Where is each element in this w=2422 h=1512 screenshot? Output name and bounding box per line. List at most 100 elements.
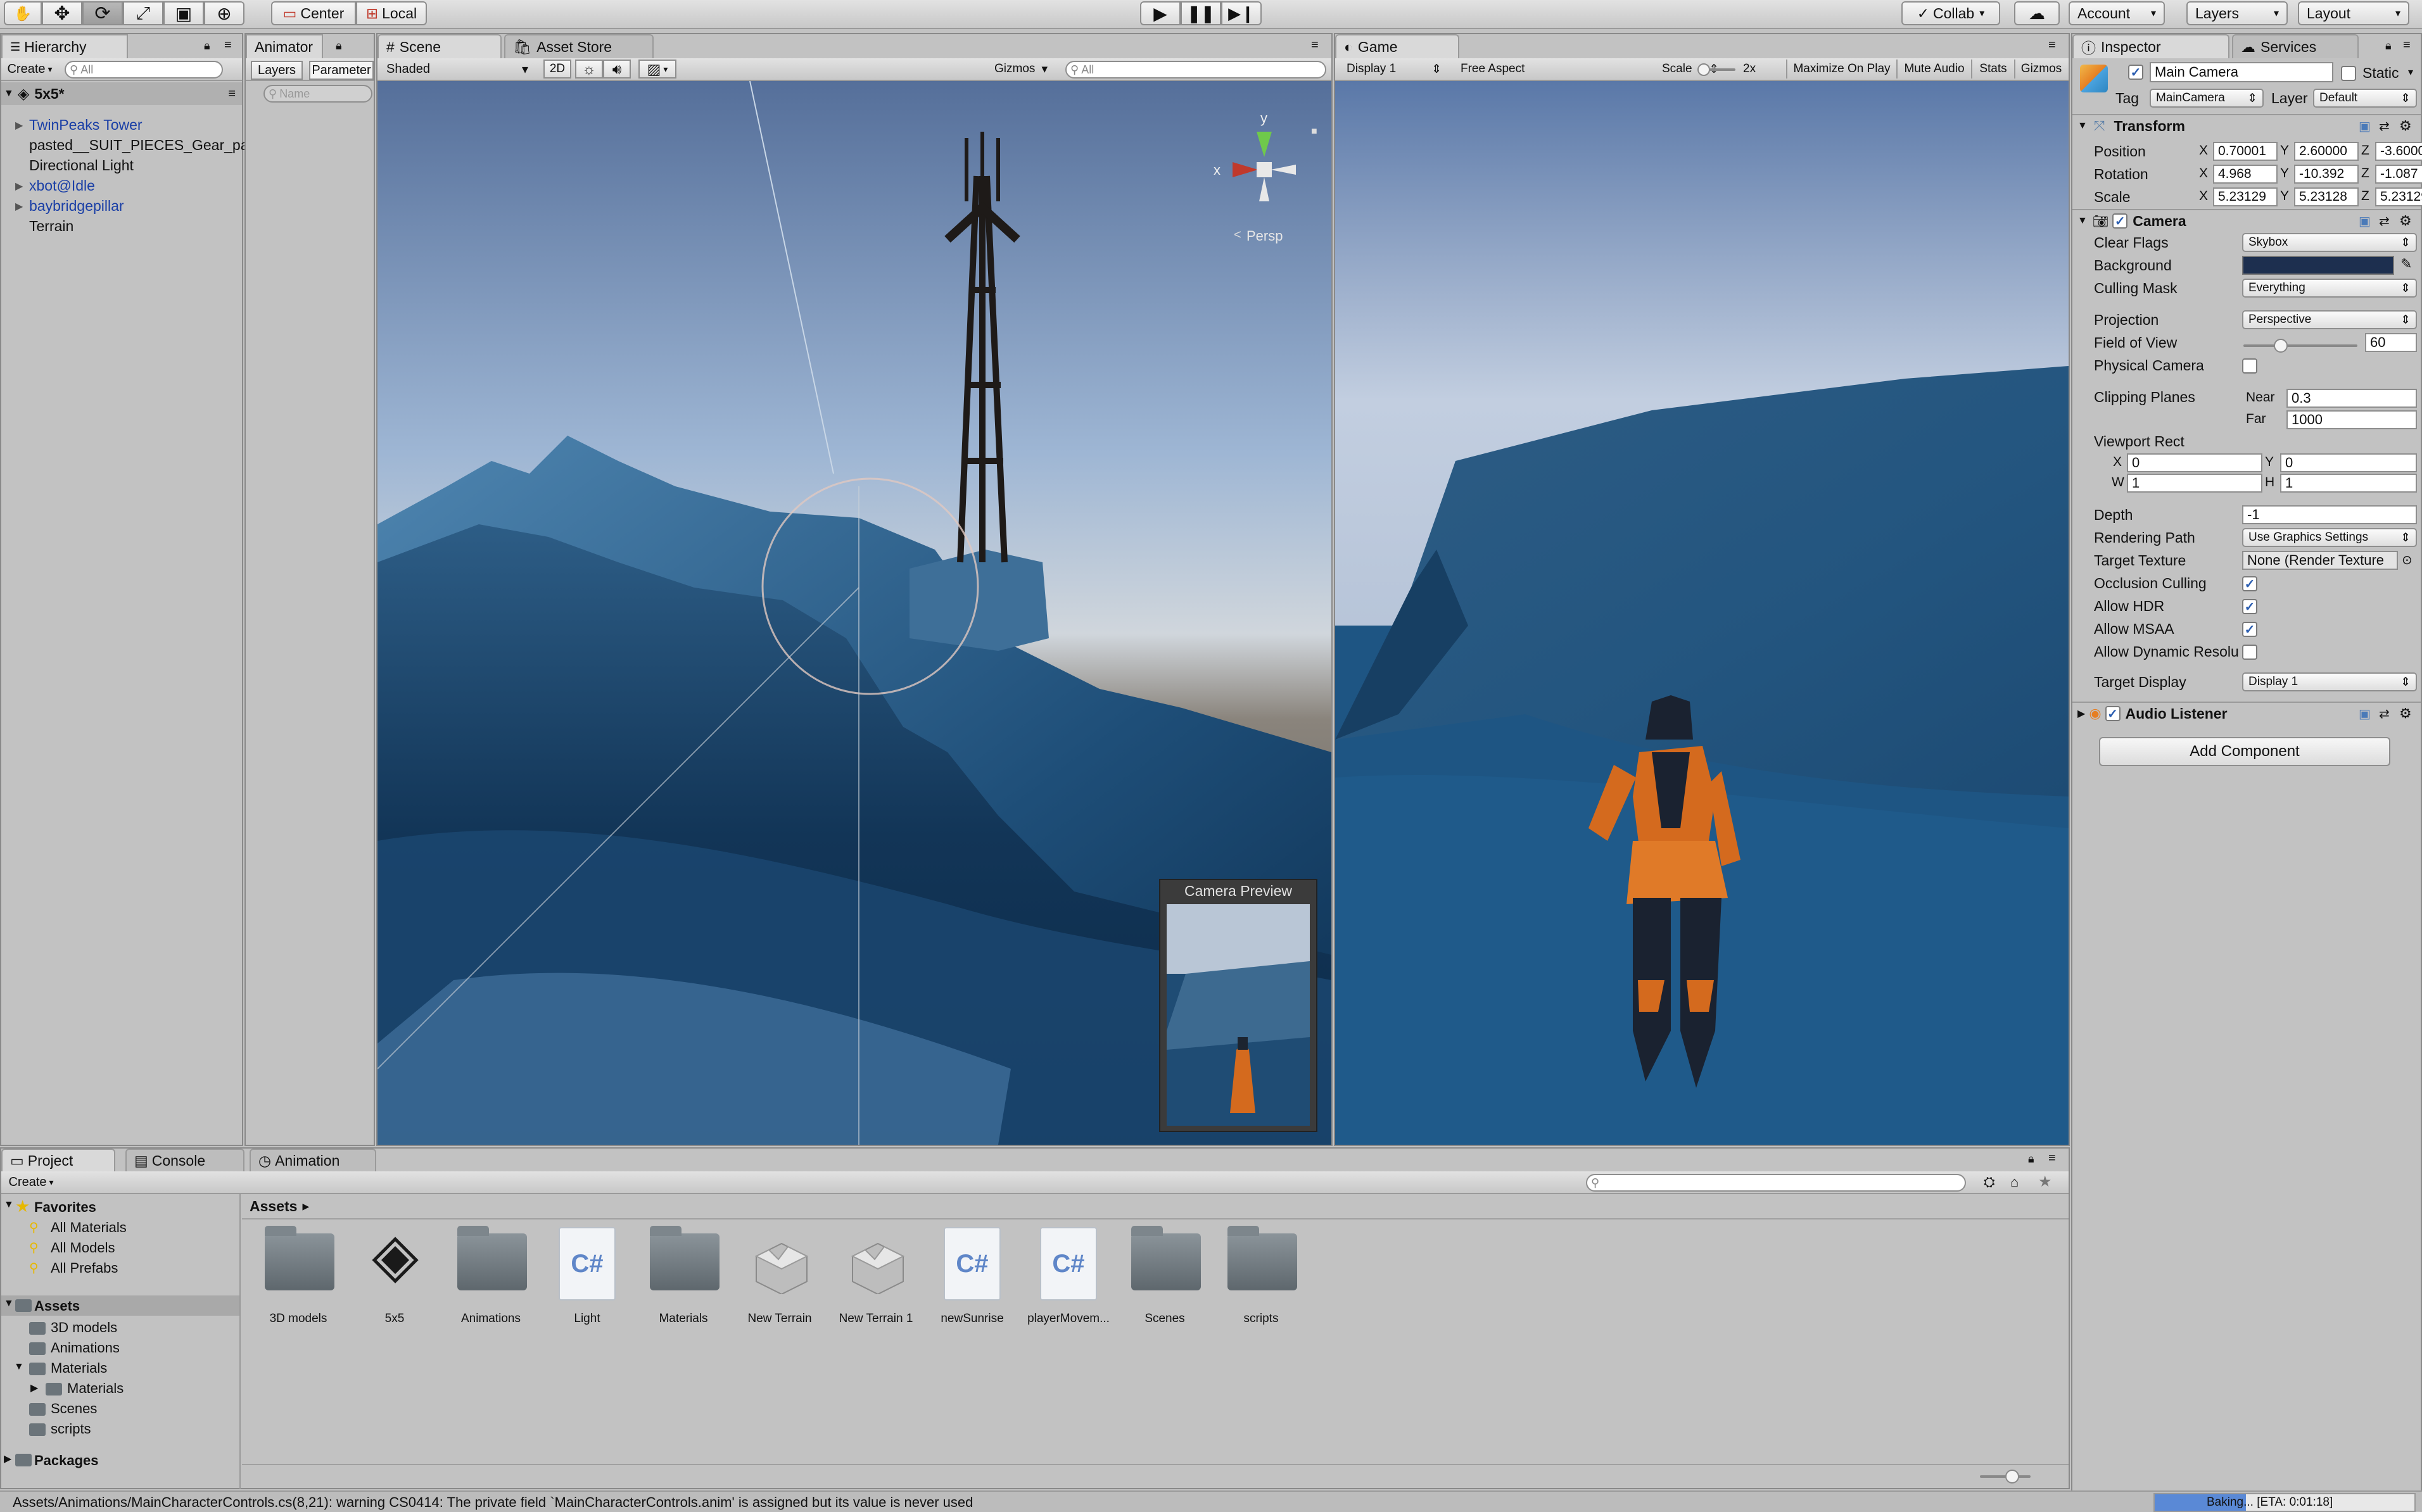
expand-arrow-icon[interactable]: ▼ xyxy=(14,1361,24,1373)
mute-audio-button[interactable]: Mute Audio xyxy=(1896,60,1971,79)
asset-unity[interactable]: ◈ 5x5 xyxy=(347,1221,442,1350)
hand-tool-button[interactable]: ✋ xyxy=(4,1,42,25)
fov-input[interactable]: 60 xyxy=(2365,333,2417,352)
target-display-dropdown[interactable]: Display 1 ⇕ xyxy=(2242,672,2417,691)
far-input[interactable]: 1000 xyxy=(2286,410,2417,429)
panel-menu-icon[interactable]: ≡ xyxy=(1311,38,1319,53)
game-scale-slider[interactable] xyxy=(1697,63,1735,76)
status-message[interactable]: Assets/Animations/MainCharacterControls.… xyxy=(13,1494,973,1511)
hierarchy-item[interactable]: baybridgepillar xyxy=(29,198,124,215)
tab-scene[interactable]: # Scene xyxy=(377,34,502,58)
hierarchy-item[interactable]: Terrain xyxy=(29,218,73,235)
slider-thumb[interactable] xyxy=(2005,1470,2019,1484)
scene-root-row[interactable]: ▼ ◈ 5x5* ≡ xyxy=(1,82,242,105)
tab-animator[interactable]: Animator xyxy=(246,34,323,58)
expand-arrow-icon[interactable]: ▶ xyxy=(4,1452,11,1465)
background-color-swatch[interactable] xyxy=(2242,256,2394,275)
physical-camera-checkbox[interactable] xyxy=(2242,358,2257,374)
hierarchy-item[interactable]: xbot@Idle xyxy=(29,177,95,194)
assets-root-row[interactable]: ▼ Assets xyxy=(1,1295,239,1316)
breadcrumb-assets[interactable]: Assets xyxy=(250,1198,297,1215)
hierarchy-search-input[interactable]: ⚲ All xyxy=(65,61,223,79)
slider-thumb[interactable] xyxy=(1697,63,1710,76)
icon-size-slider[interactable] xyxy=(1980,1470,2031,1484)
filter-type-icon[interactable]: ⛭ xyxy=(1984,1174,1995,1190)
favorite-star-icon[interactable]: ★ xyxy=(2038,1173,2052,1191)
scene-gizmos-dropdown[interactable]: Gizmos ▾ xyxy=(989,60,1053,79)
tab-project[interactable]: ▭ Project xyxy=(1,1149,115,1171)
occlusion-culling-checkbox[interactable]: ✓ xyxy=(2242,576,2257,591)
fov-slider[interactable] xyxy=(2243,339,2357,353)
asset-terrain[interactable]: New Terrain 1 xyxy=(828,1223,923,1350)
near-input[interactable]: 0.3 xyxy=(2286,389,2417,408)
game-viewport[interactable] xyxy=(1335,81,2069,1145)
help-icon[interactable]: ▣ xyxy=(2359,706,2371,722)
slider-thumb[interactable] xyxy=(2274,339,2288,353)
layers-dropdown[interactable]: Layers ▾ xyxy=(2186,1,2288,25)
viewport-w-input[interactable]: 1 xyxy=(2127,474,2262,493)
pause-button[interactable]: ❚❚ xyxy=(1181,1,1221,25)
scale-z-input[interactable]: 5.23129 xyxy=(2375,187,2422,206)
allow-msaa-checkbox[interactable]: ✓ xyxy=(2242,622,2257,637)
asset-folder[interactable]: Scenes xyxy=(1117,1223,1212,1350)
panel-menu-icon[interactable]: ≡ xyxy=(2048,38,2056,53)
project-create-button[interactable]: Create ▾ xyxy=(3,1173,60,1192)
help-icon[interactable]: ▣ xyxy=(2359,118,2371,134)
favorites-label[interactable]: Favorites xyxy=(34,1199,96,1216)
gizmo-lock-icon[interactable]: ■ xyxy=(1311,126,1317,137)
pivot-center-button[interactable]: ▭ Center xyxy=(271,1,356,25)
audio-listener-checkbox[interactable]: ✓ xyxy=(2105,706,2121,721)
scene-effects-button[interactable]: ▨ ▾ xyxy=(638,60,676,79)
culling-mask-dropdown[interactable]: Everything ⇕ xyxy=(2242,279,2417,298)
toggle-2d-button[interactable]: 2D xyxy=(543,60,571,79)
panel-lock-icon[interactable]: 🔒︎ xyxy=(204,39,210,53)
favorite-item[interactable]: All Materials xyxy=(51,1219,127,1236)
panel-menu-icon[interactable]: ≡ xyxy=(2048,1151,2056,1166)
viewport-h-input[interactable]: 1 xyxy=(2280,474,2417,493)
asset-folder[interactable]: Animations xyxy=(443,1223,538,1350)
animator-parameters-tab[interactable]: Parameter xyxy=(309,61,374,80)
scene-menu-icon[interactable]: ≡ xyxy=(228,87,236,101)
asset-folder[interactable]: Materials xyxy=(636,1223,731,1350)
expand-arrow-icon[interactable]: ▼ xyxy=(4,1199,14,1211)
gameobject-active-checkbox[interactable]: ✓ xyxy=(2128,65,2143,80)
position-x-input[interactable]: 0.70001 xyxy=(2213,142,2278,161)
asset-tree-item[interactable]: Animations xyxy=(51,1340,120,1356)
scene-lighting-button[interactable]: ☼ xyxy=(575,60,603,79)
panel-menu-icon[interactable]: ≡ xyxy=(224,38,232,53)
asset-tree-item[interactable]: Materials xyxy=(51,1360,107,1377)
dropdown-arrow-icon[interactable]: ▾ xyxy=(2408,66,2413,79)
filter-label-icon[interactable]: ⌂ xyxy=(2010,1174,2019,1190)
rotation-x-input[interactable]: 4.968 xyxy=(2213,165,2278,184)
audio-listener-header[interactable]: ▶ ◉ ✓ Audio Listener ▣ ⇄ ⚙ xyxy=(2072,702,2421,724)
expand-arrow-icon[interactable]: ▶ xyxy=(30,1382,38,1394)
animator-layers-tab[interactable]: Layers xyxy=(251,61,303,80)
tab-hierarchy[interactable]: ☰ Hierarchy xyxy=(1,34,128,58)
scale-tool-button[interactable]: ⤢ xyxy=(123,1,163,25)
object-picker-icon[interactable]: ⊙ xyxy=(2402,552,2412,568)
game-gizmos-button[interactable]: Gizmos xyxy=(2014,60,2067,79)
stats-button[interactable]: Stats xyxy=(1971,60,2014,79)
expand-arrow-icon[interactable]: ▶ xyxy=(15,180,23,192)
parameter-name-input[interactable]: ⚲ Name xyxy=(263,85,372,103)
panel-lock-icon[interactable]: 🔒︎ xyxy=(2385,39,2392,53)
asset-terrain[interactable]: New Terrain xyxy=(732,1223,827,1350)
favorite-item[interactable]: All Models xyxy=(51,1240,115,1256)
expand-arrow-icon[interactable]: ▶ xyxy=(15,119,23,132)
static-checkbox[interactable] xyxy=(2341,66,2356,81)
layout-dropdown[interactable]: Layout ▾ xyxy=(2298,1,2409,25)
cloud-button[interactable]: ☁ xyxy=(2014,1,2060,25)
help-icon[interactable]: ▣ xyxy=(2359,213,2371,229)
panel-lock-icon[interactable]: 🔒︎ xyxy=(336,39,342,53)
maximize-on-play-button[interactable]: Maximize On Play xyxy=(1786,60,1896,79)
transform-header[interactable]: ▼ ⤧ Transform ▣ ⇄ ⚙ xyxy=(2072,114,2421,137)
position-z-input[interactable]: -3.6000 xyxy=(2375,142,2422,161)
expand-arrow-icon[interactable]: ▼ xyxy=(4,88,14,99)
step-button[interactable]: ▶❙ xyxy=(1221,1,1262,25)
tab-animation[interactable]: ◷ Animation xyxy=(250,1149,376,1171)
rendering-path-dropdown[interactable]: Use Graphics Settings ⇕ xyxy=(2242,528,2417,547)
expand-arrow-icon[interactable]: ▶ xyxy=(15,200,23,213)
tab-game[interactable]: ◐ Game xyxy=(1335,34,1459,58)
target-texture-field[interactable]: None (Render Texture xyxy=(2242,551,2398,570)
add-component-button[interactable]: Add Component xyxy=(2099,737,2390,766)
